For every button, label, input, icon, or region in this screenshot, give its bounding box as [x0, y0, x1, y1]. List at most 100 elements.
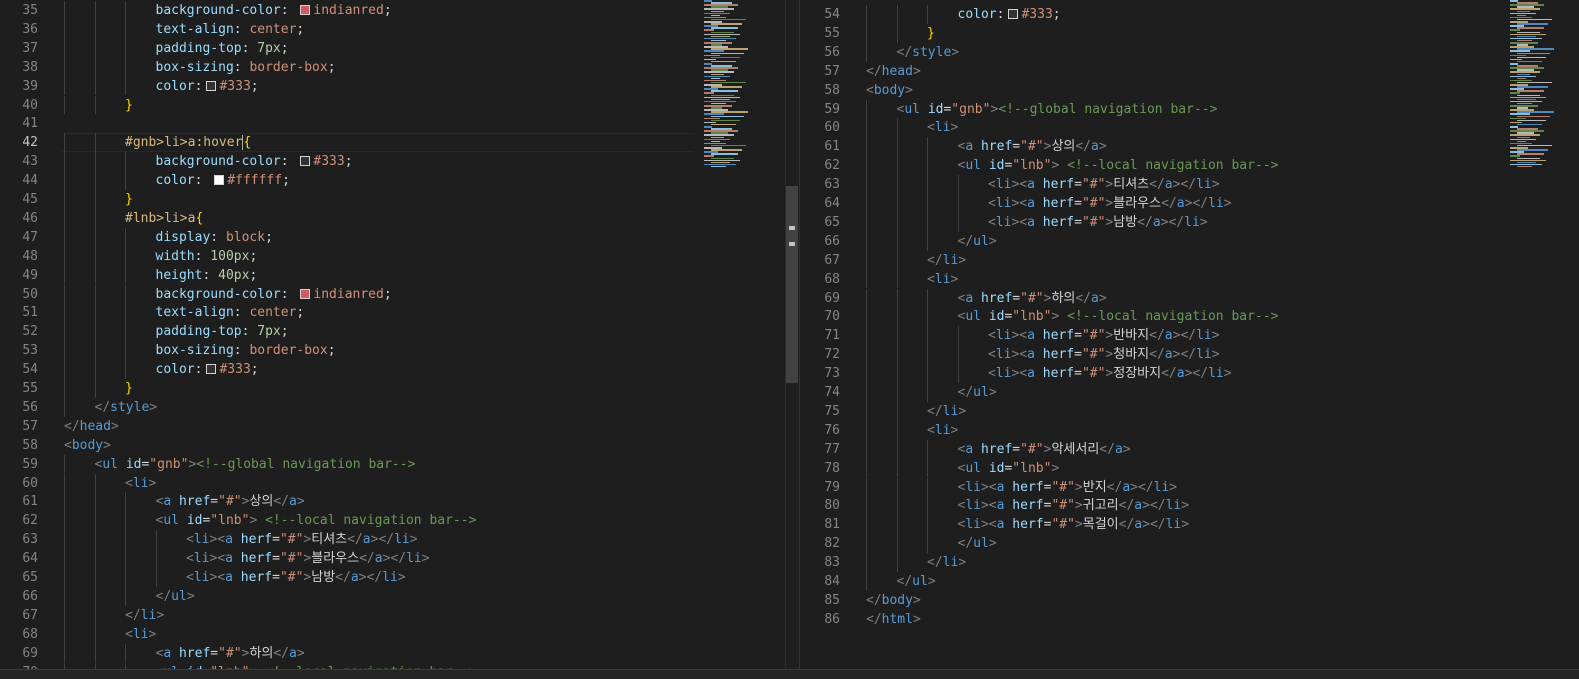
line-number: 75 [824, 403, 840, 419]
code-line[interactable]: 86 </html> [800, 610, 1579, 629]
code-line[interactable]: 62 <ul id="lnb"> <!--local navigation bar… [0, 511, 785, 531]
code-line[interactable]: 71 <li><a herf="#">반바지</a></li> [800, 326, 1579, 346]
indent-guide [896, 288, 898, 308]
code-line[interactable]: 68 <li> [800, 269, 1579, 289]
code-line[interactable]: 51 text-align: center; [0, 303, 785, 323]
color-swatch[interactable] [300, 288, 311, 299]
code-line[interactable]: 61 <a href="#">상의</a> [0, 492, 785, 512]
code-line[interactable]: 52 padding-top: 7px; [0, 322, 785, 342]
code-line[interactable]: 42 #gnb>li>a:hover{ [0, 133, 785, 153]
code-line[interactable]: 55} [800, 23, 1579, 43]
code-line[interactable]: 64 <li><a herf="#">블라우스</a></li> [0, 549, 785, 568]
code-line[interactable]: 67 </li> [0, 605, 785, 625]
indent-guide [64, 246, 65, 266]
code-line[interactable]: 64 <li><a herf="#">블라우스</a></li> [800, 194, 1579, 213]
code-text: <li> [125, 475, 157, 491]
line-number: 66 [824, 233, 840, 249]
code-line[interactable]: 85 </body> [800, 591, 1579, 610]
code-line[interactable]: 81 <li><a herf="#">목걸이</a></li> [800, 515, 1579, 535]
code-text: <li><a herf="#">반지</a></li> [957, 479, 1178, 495]
code-line[interactable]: 76 <li> [800, 420, 1579, 440]
horizontal-scrollbar[interactable] [0, 669, 1579, 679]
line-number: 54 [824, 7, 840, 22]
indent-guide [125, 549, 126, 568]
code-line[interactable]: 59 <ul id="gnb"><!--global navigation bar… [800, 99, 1579, 119]
code-text: <ul id="gnb"><!--global navigation bar--… [896, 101, 1218, 117]
color-swatch[interactable] [300, 156, 311, 167]
color-swatch[interactable] [214, 175, 225, 186]
code-line[interactable]: 61 <a href="#">상의</a> [800, 137, 1579, 157]
color-swatch[interactable] [206, 364, 217, 375]
code-line[interactable]: 72 <li><a herf="#">청바지</a></li> [800, 345, 1579, 365]
code-line[interactable]: 69 <a href="#">하의</a> [800, 288, 1579, 308]
code-line[interactable]: 63 <li><a herf="#">티셔츠</a></li> [800, 175, 1579, 194]
code-line[interactable]: 77 <a href="#">악세서리</a> [800, 439, 1579, 459]
indent-guide [896, 23, 898, 43]
code-line[interactable]: 74 </ul> [800, 383, 1579, 402]
code-line[interactable]: 41 [0, 114, 785, 133]
code-line[interactable]: 69 <a href="#">하의</a> [0, 643, 785, 663]
indent-guide [927, 458, 928, 478]
indent-guide [866, 118, 867, 138]
editor-pane-left[interactable]: 35 background-color: indianred; 36 text-ali… [0, 0, 785, 670]
editor-pane-right[interactable]: 54 color: #333; 55} 56 </style> 57 </head> 58 <bo… [800, 0, 1579, 670]
code-text: </li> [927, 555, 967, 571]
code-line[interactable]: 39 color: #333; [0, 76, 785, 96]
code-line[interactable]: 65 <li><a herf="#">남방</a></li> [800, 212, 1579, 232]
code-line[interactable]: 35 background-color: indianred; [0, 1, 785, 20]
code-line[interactable]: 79 <li><a herf="#">반지</a></li> [800, 477, 1579, 497]
color-swatch[interactable] [1008, 9, 1019, 19]
code-line[interactable]: 48 width: 100px; [0, 246, 785, 266]
code-line[interactable]: 62 <ul id="lnb"> <!--local navigation bar… [800, 156, 1579, 176]
code-line[interactable]: 54 color: #333; [800, 5, 1579, 24]
indent-guide [94, 492, 96, 512]
code-line[interactable]: 37 padding-top: 7px; [0, 38, 785, 58]
code-line[interactable]: 78 <ul id="lnb"> [800, 458, 1579, 478]
code-line[interactable]: 57 </head> [800, 62, 1579, 81]
code-line[interactable]: 49 height: 40px; [0, 265, 785, 285]
indent-guide [64, 265, 65, 285]
code-text: padding-top: 7px; [155, 324, 289, 340]
vertical-scrollbar-thumb[interactable] [786, 186, 798, 383]
code-line[interactable]: 36 text-align: center; [0, 19, 785, 39]
code-line[interactable]: 80 <li><a herf="#">귀고리</a></li> [800, 496, 1579, 516]
code-line[interactable]: 66 </ul> [800, 231, 1579, 251]
code-line[interactable]: 58 <body> [0, 436, 785, 455]
code-line[interactable]: 44 color: #ffffff; [0, 171, 785, 190]
code-line[interactable]: 67 </li> [800, 250, 1579, 270]
code-text: box-sizing: border-box; [155, 343, 336, 359]
code-line[interactable]: 84 </ul> [800, 572, 1579, 591]
code-line[interactable]: 70 <ul id="lnb"> <!--local navigation bar… [800, 307, 1579, 327]
code-line[interactable]: 60 <li> [800, 118, 1579, 138]
code-line[interactable]: 50 background-color: indianred; [0, 284, 785, 304]
code-line[interactable]: 63 <li><a herf="#">티셔츠</a></li> [0, 530, 785, 550]
color-swatch[interactable] [206, 80, 217, 91]
code-line[interactable]: 40} [0, 95, 785, 115]
code-line[interactable]: 54 color: #333; [0, 360, 785, 379]
code-line[interactable]: 56 </style> [800, 42, 1579, 62]
code-line[interactable]: 56 </style> [0, 397, 785, 417]
code-line[interactable]: 43 background-color: #333; [0, 152, 785, 172]
code-text: text-align: center; [155, 305, 305, 321]
code-text: <li><a herf="#">정장바지</a></li> [988, 366, 1232, 382]
code-line[interactable]: 45} [0, 190, 785, 209]
scrollbar-marker [789, 242, 795, 246]
code-line[interactable]: 65 <li><a herf="#">남방</a></li> [0, 568, 785, 587]
code-line[interactable]: 68 <li> [0, 624, 785, 644]
code-line[interactable]: 73 <li><a herf="#">정장바지</a></li> [800, 364, 1579, 383]
code-line[interactable]: 46 #lnb>li>a{ [0, 208, 785, 228]
code-line[interactable]: 83 </li> [800, 553, 1579, 572]
code-line[interactable]: 47 display: block; [0, 227, 785, 247]
code-line[interactable]: 55} [0, 379, 785, 398]
code-line[interactable]: 66 </ul> [0, 586, 785, 606]
indent-guide [94, 1, 96, 20]
code-line[interactable]: 53 box-sizing: border-box; [0, 341, 785, 361]
code-line[interactable]: 60 <li> [0, 473, 785, 493]
code-line[interactable]: 75 </li> [800, 401, 1579, 421]
code-line[interactable]: 82 </ul> [800, 534, 1579, 554]
code-line[interactable]: 58 <body> [800, 81, 1579, 100]
code-line[interactable]: 59 <ul id="gnb"><!--global navigation bar… [0, 454, 785, 474]
code-line[interactable]: 38 box-sizing: border-box; [0, 57, 785, 77]
code-line[interactable]: 57 </head> [0, 417, 785, 436]
color-swatch[interactable] [300, 5, 311, 15]
